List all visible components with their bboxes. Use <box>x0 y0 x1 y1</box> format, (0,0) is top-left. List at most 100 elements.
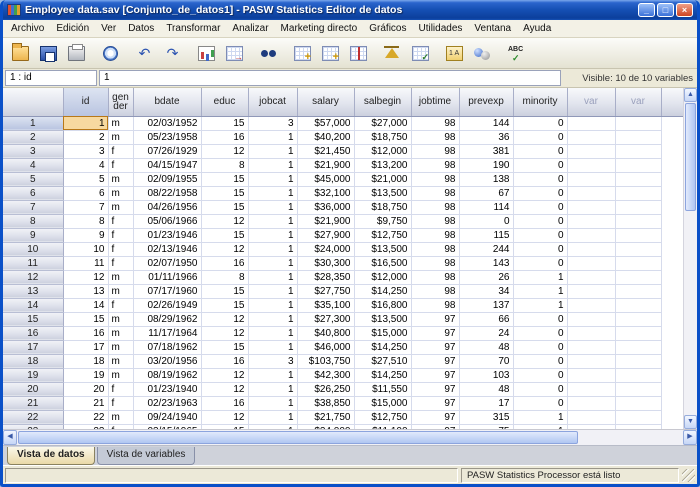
cell[interactable]: $26,250 <box>297 382 354 396</box>
cell[interactable]: m <box>108 326 133 340</box>
cell[interactable] <box>567 396 615 410</box>
cell[interactable]: 1 <box>248 144 297 158</box>
cell[interactable]: 0 <box>513 214 567 228</box>
cell[interactable]: 15 <box>201 340 248 354</box>
cell[interactable]: 1 <box>248 214 297 228</box>
cell[interactable]: 12 <box>201 242 248 256</box>
cell[interactable]: 0 <box>513 144 567 158</box>
cell[interactable]: $27,300 <box>297 312 354 326</box>
column-header-bdate[interactable]: bdate <box>133 88 201 116</box>
menu-ayuda[interactable]: Ayuda <box>517 21 557 36</box>
cell[interactable]: m <box>108 284 133 298</box>
cell[interactable]: 1 <box>248 410 297 424</box>
cell[interactable]: 16 <box>201 396 248 410</box>
cell[interactable]: 2 <box>63 130 108 144</box>
cell[interactable]: 0 <box>513 228 567 242</box>
cell[interactable]: 98 <box>411 200 459 214</box>
cell[interactable]: $57,000 <box>297 116 354 130</box>
grid-corner[interactable] <box>3 88 63 116</box>
cell[interactable]: m <box>108 116 133 130</box>
cell[interactable]: $18,750 <box>354 200 411 214</box>
cell[interactable]: 7 <box>63 200 108 214</box>
cell[interactable]: 15 <box>201 228 248 242</box>
cell[interactable]: 315 <box>459 410 513 424</box>
cell[interactable]: 1 <box>63 116 108 130</box>
cell[interactable]: 17 <box>459 396 513 410</box>
cell[interactable]: 02/07/1950 <box>133 256 201 270</box>
column-header-jobcat[interactable]: jobcat <box>248 88 297 116</box>
row-header[interactable]: 22 <box>3 410 63 424</box>
cell[interactable]: 22 <box>63 410 108 424</box>
cell[interactable]: 97 <box>411 396 459 410</box>
cell[interactable]: 6 <box>63 186 108 200</box>
cell[interactable]: 02/13/1946 <box>133 242 201 256</box>
maximize-button[interactable]: □ <box>657 3 674 17</box>
cell[interactable]: 02/03/1952 <box>133 116 201 130</box>
cell[interactable] <box>567 312 615 326</box>
cell[interactable] <box>567 186 615 200</box>
open-data-button[interactable] <box>7 40 34 66</box>
cell[interactable] <box>567 298 615 312</box>
cell[interactable]: 15 <box>201 186 248 200</box>
cell[interactable] <box>567 130 615 144</box>
cell[interactable]: $16,800 <box>354 298 411 312</box>
cell[interactable]: $15,000 <box>354 326 411 340</box>
cell[interactable]: 4 <box>63 158 108 172</box>
column-header-var-10[interactable]: var <box>567 88 615 116</box>
cell[interactable]: $21,900 <box>297 214 354 228</box>
row-header[interactable]: 5 <box>3 172 63 186</box>
cell[interactable]: 08/22/1958 <box>133 186 201 200</box>
column-header-educ[interactable]: educ <box>201 88 248 116</box>
cell[interactable] <box>615 200 661 214</box>
cell[interactable]: 20 <box>63 382 108 396</box>
cell[interactable]: 98 <box>411 130 459 144</box>
cell[interactable]: 12 <box>201 214 248 228</box>
cell[interactable]: 0 <box>513 312 567 326</box>
cell[interactable]: 23 <box>63 424 108 429</box>
cell[interactable]: 36 <box>459 130 513 144</box>
row-header[interactable]: 9 <box>3 228 63 242</box>
cell[interactable]: 04/15/1947 <box>133 158 201 172</box>
cell[interactable]: 18 <box>63 354 108 368</box>
cell[interactable]: 190 <box>459 158 513 172</box>
cell[interactable]: $27,750 <box>297 284 354 298</box>
cell[interactable]: 9 <box>63 228 108 242</box>
cell[interactable]: 15 <box>201 284 248 298</box>
cell[interactable]: 1 <box>248 396 297 410</box>
cell[interactable]: 0 <box>513 200 567 214</box>
cell[interactable]: 66 <box>459 312 513 326</box>
cell[interactable]: $27,900 <box>297 228 354 242</box>
cell[interactable]: 12 <box>201 326 248 340</box>
cell[interactable]: f <box>108 158 133 172</box>
cell[interactable]: m <box>108 186 133 200</box>
cell[interactable]: 97 <box>411 410 459 424</box>
cell[interactable]: 1 <box>248 340 297 354</box>
cell[interactable]: 8 <box>201 158 248 172</box>
row-header[interactable]: 21 <box>3 396 63 410</box>
cell[interactable]: $38,850 <box>297 396 354 410</box>
cell[interactable]: m <box>108 354 133 368</box>
row-header[interactable]: 13 <box>3 284 63 298</box>
cell[interactable]: $46,000 <box>297 340 354 354</box>
cell[interactable] <box>567 144 615 158</box>
cell[interactable]: 17 <box>63 340 108 354</box>
row-header[interactable]: 12 <box>3 270 63 284</box>
cell[interactable]: m <box>108 368 133 382</box>
cell[interactable]: $12,000 <box>354 270 411 284</box>
cell[interactable] <box>615 130 661 144</box>
cell[interactable]: $42,300 <box>297 368 354 382</box>
cell[interactable]: $18,750 <box>354 130 411 144</box>
cell[interactable]: m <box>108 200 133 214</box>
vertical-scrollbar[interactable]: ▲ ▼ <box>683 88 697 429</box>
cell[interactable]: m <box>108 130 133 144</box>
cell[interactable] <box>567 172 615 186</box>
vertical-scroll-thumb[interactable] <box>685 103 696 211</box>
cell[interactable]: 98 <box>411 256 459 270</box>
cell[interactable]: 0 <box>513 116 567 130</box>
cell[interactable]: $12,750 <box>354 410 411 424</box>
cell[interactable] <box>615 326 661 340</box>
cell[interactable]: $14,250 <box>354 340 411 354</box>
cell[interactable]: 26 <box>459 270 513 284</box>
cell[interactable]: 1 <box>248 228 297 242</box>
cell[interactable]: 1 <box>248 326 297 340</box>
